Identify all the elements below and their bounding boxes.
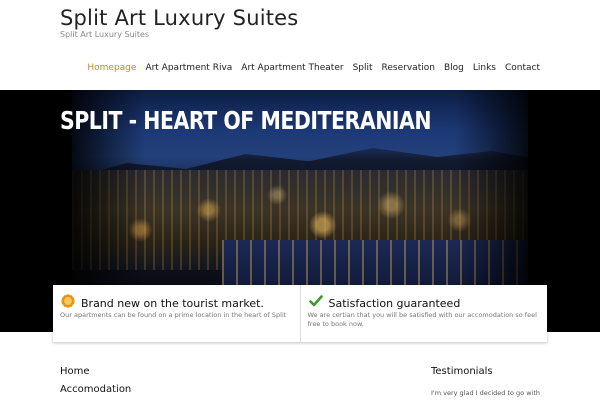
feature-text: We are certian that you will be satisfie… [307,311,537,329]
sidebar-testimonials: Testimonials I'm very glad I decided to … [431,366,551,397]
nav-item-split[interactable]: Split [353,63,373,73]
menu-item-accomodation[interactable]: Accomodation [60,384,410,400]
menu-item-home[interactable]: Home [60,366,410,384]
content-menu: Home Accomodation [60,366,410,400]
feature-box-new: Brand new on the tourist market. Our apa… [53,285,300,342]
feature-boxes: Brand new on the tourist market. Our apa… [53,285,547,342]
nav-item-art-apartment-riva[interactable]: Art Apartment Riva [145,63,232,73]
nav-item-blog[interactable]: Blog [444,63,464,73]
site-title[interactable]: Split Art Luxury Suites [60,6,298,30]
main-navigation: Homepage Art Apartment Riva Art Apartmen… [87,63,540,73]
feature-text: Our apartments can be found on a prime l… [60,311,287,319]
nav-item-links[interactable]: Links [473,63,496,73]
testimonial-text: I'm very glad I decided to go with [431,389,540,397]
nav-item-contact[interactable]: Contact [505,63,540,73]
checkmark-icon [308,293,323,307]
sun-badge-icon [61,293,75,309]
nav-item-reservation[interactable]: Reservation [382,63,435,73]
hero-title: SPLIT - HEART OF MEDITERANIAN [60,106,432,135]
feature-title: Brand new on the tourist market. [81,297,264,310]
nav-item-art-apartment-theater[interactable]: Art Apartment Theater [241,63,343,73]
site-description: Split Art Luxury Suites [60,30,150,39]
feature-box-satisfaction: Satisfaction guaranteed We are certian t… [299,285,548,342]
nav-item-homepage[interactable]: Homepage [87,63,136,73]
sidebar-title: Testimonials [431,366,493,377]
feature-title: Satisfaction guaranteed [328,297,461,310]
